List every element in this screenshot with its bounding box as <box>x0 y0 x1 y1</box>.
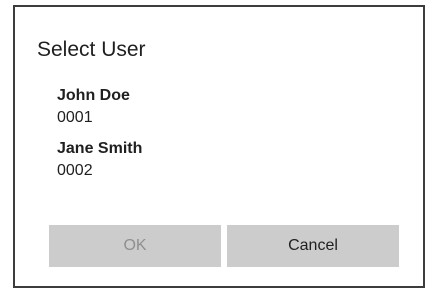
user-id: 0002 <box>57 162 93 179</box>
select-user-dialog: Select User John Doe 0001 Jane Smith 000… <box>13 5 425 288</box>
dialog-title: Select User <box>37 38 146 61</box>
user-list-item[interactable]: Jane Smith 0002 <box>57 138 387 182</box>
user-id: 0001 <box>57 109 93 126</box>
user-name: John Doe <box>57 87 130 104</box>
user-list: John Doe 0001 Jane Smith 0002 <box>57 85 387 182</box>
cancel-button[interactable]: Cancel <box>227 225 399 267</box>
user-name: Jane Smith <box>57 140 143 157</box>
ok-button[interactable]: OK <box>49 225 221 267</box>
user-list-item[interactable]: John Doe 0001 <box>57 85 387 129</box>
